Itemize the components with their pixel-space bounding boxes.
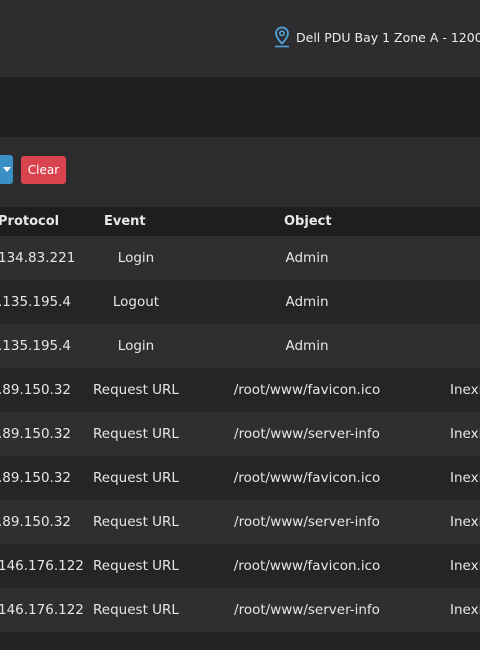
toolbar xyxy=(0,137,480,207)
table-row[interactable]: .135.195.4 Login Admin xyxy=(0,324,480,368)
cell-object: Admin xyxy=(285,250,329,266)
location-pin-icon xyxy=(275,26,289,48)
cell-protocol: .89.150.32 xyxy=(0,470,71,486)
cell-extra: Inexi xyxy=(450,602,480,618)
cell-protocol: .89.150.32 xyxy=(0,382,71,398)
cell-extra: Inexi xyxy=(450,470,480,486)
column-header-protocol[interactable]: Protocol xyxy=(0,207,59,236)
sub-bar xyxy=(0,77,480,137)
cell-protocol: 146.176.122 xyxy=(0,558,84,574)
dropdown-button[interactable] xyxy=(0,155,13,184)
caret-down-icon xyxy=(2,167,11,172)
cell-event: Request URL xyxy=(93,602,179,618)
cell-event: Request URL xyxy=(93,558,179,574)
table-row[interactable]: .89.150.32 Request URL/root/www/server-in… xyxy=(0,412,480,456)
table-row[interactable]: .135.195.4 Logout Admin xyxy=(0,280,480,324)
device-selector[interactable]: Dell PDU Bay 1 Zone A - 120001 xyxy=(273,26,480,48)
cell-protocol: 146.176.122 xyxy=(0,602,84,618)
cell-protocol: .89.150.32 xyxy=(0,514,71,530)
cell-protocol: 134.83.221 xyxy=(0,250,76,266)
cell-object: /root/www/server-info xyxy=(234,514,380,530)
table-row[interactable]: 134.83.221 Login Admin xyxy=(0,236,480,280)
cell-event: Request URL xyxy=(93,426,179,442)
cell-event: Login xyxy=(117,250,155,266)
cell-extra: Inexi xyxy=(450,558,480,574)
table-row[interactable]: .89.150.32 Request URL/root/www/favicon.i… xyxy=(0,368,480,412)
table-row[interactable]: 146.176.122 Request URL/root/www/favicon.… xyxy=(0,544,480,588)
cell-extra: Inexi xyxy=(450,514,480,530)
cell-protocol: .135.195.4 xyxy=(0,338,71,354)
cell-extra: Inexi xyxy=(450,426,480,442)
cell-object: /root/www/favicon.ico xyxy=(233,382,381,398)
cell-extra: Inexi xyxy=(450,382,480,398)
cell-object: /root/www/favicon.ico xyxy=(233,558,381,574)
table-row[interactable]: .89.150.32 Request URL/root/www/server-in… xyxy=(0,500,480,544)
cell-object: Admin xyxy=(285,294,329,310)
column-header-object[interactable]: Object xyxy=(284,207,332,236)
cell-object: Admin xyxy=(285,338,329,354)
cell-protocol: .135.195.4 xyxy=(0,294,71,310)
cell-event: Login xyxy=(117,338,155,354)
table-body: 134.83.221 Login Admin .135.195.4 Logout Admi… xyxy=(0,236,480,632)
table-header: Protocol Event Object xyxy=(0,207,480,236)
cell-event: Request URL xyxy=(93,470,179,486)
table-row[interactable]: .89.150.32 Request URL/root/www/favicon.i… xyxy=(0,456,480,500)
table-row[interactable]: 146.176.122 Request URL/root/www/server-i… xyxy=(0,588,480,632)
cell-object: /root/www/server-info xyxy=(234,602,380,618)
device-label: Dell PDU Bay 1 Zone A - 120001 xyxy=(296,29,480,45)
cell-protocol: .89.150.32 xyxy=(0,426,71,442)
cell-event: Logout xyxy=(112,294,160,310)
cell-object: /root/www/server-info xyxy=(234,426,380,442)
column-header-event[interactable]: Event xyxy=(104,207,146,236)
cell-event: Request URL xyxy=(93,382,179,398)
cell-object: /root/www/favicon.ico xyxy=(233,470,381,486)
clear-button[interactable]: Clear xyxy=(21,156,66,184)
cell-event: Request URL xyxy=(93,514,179,530)
